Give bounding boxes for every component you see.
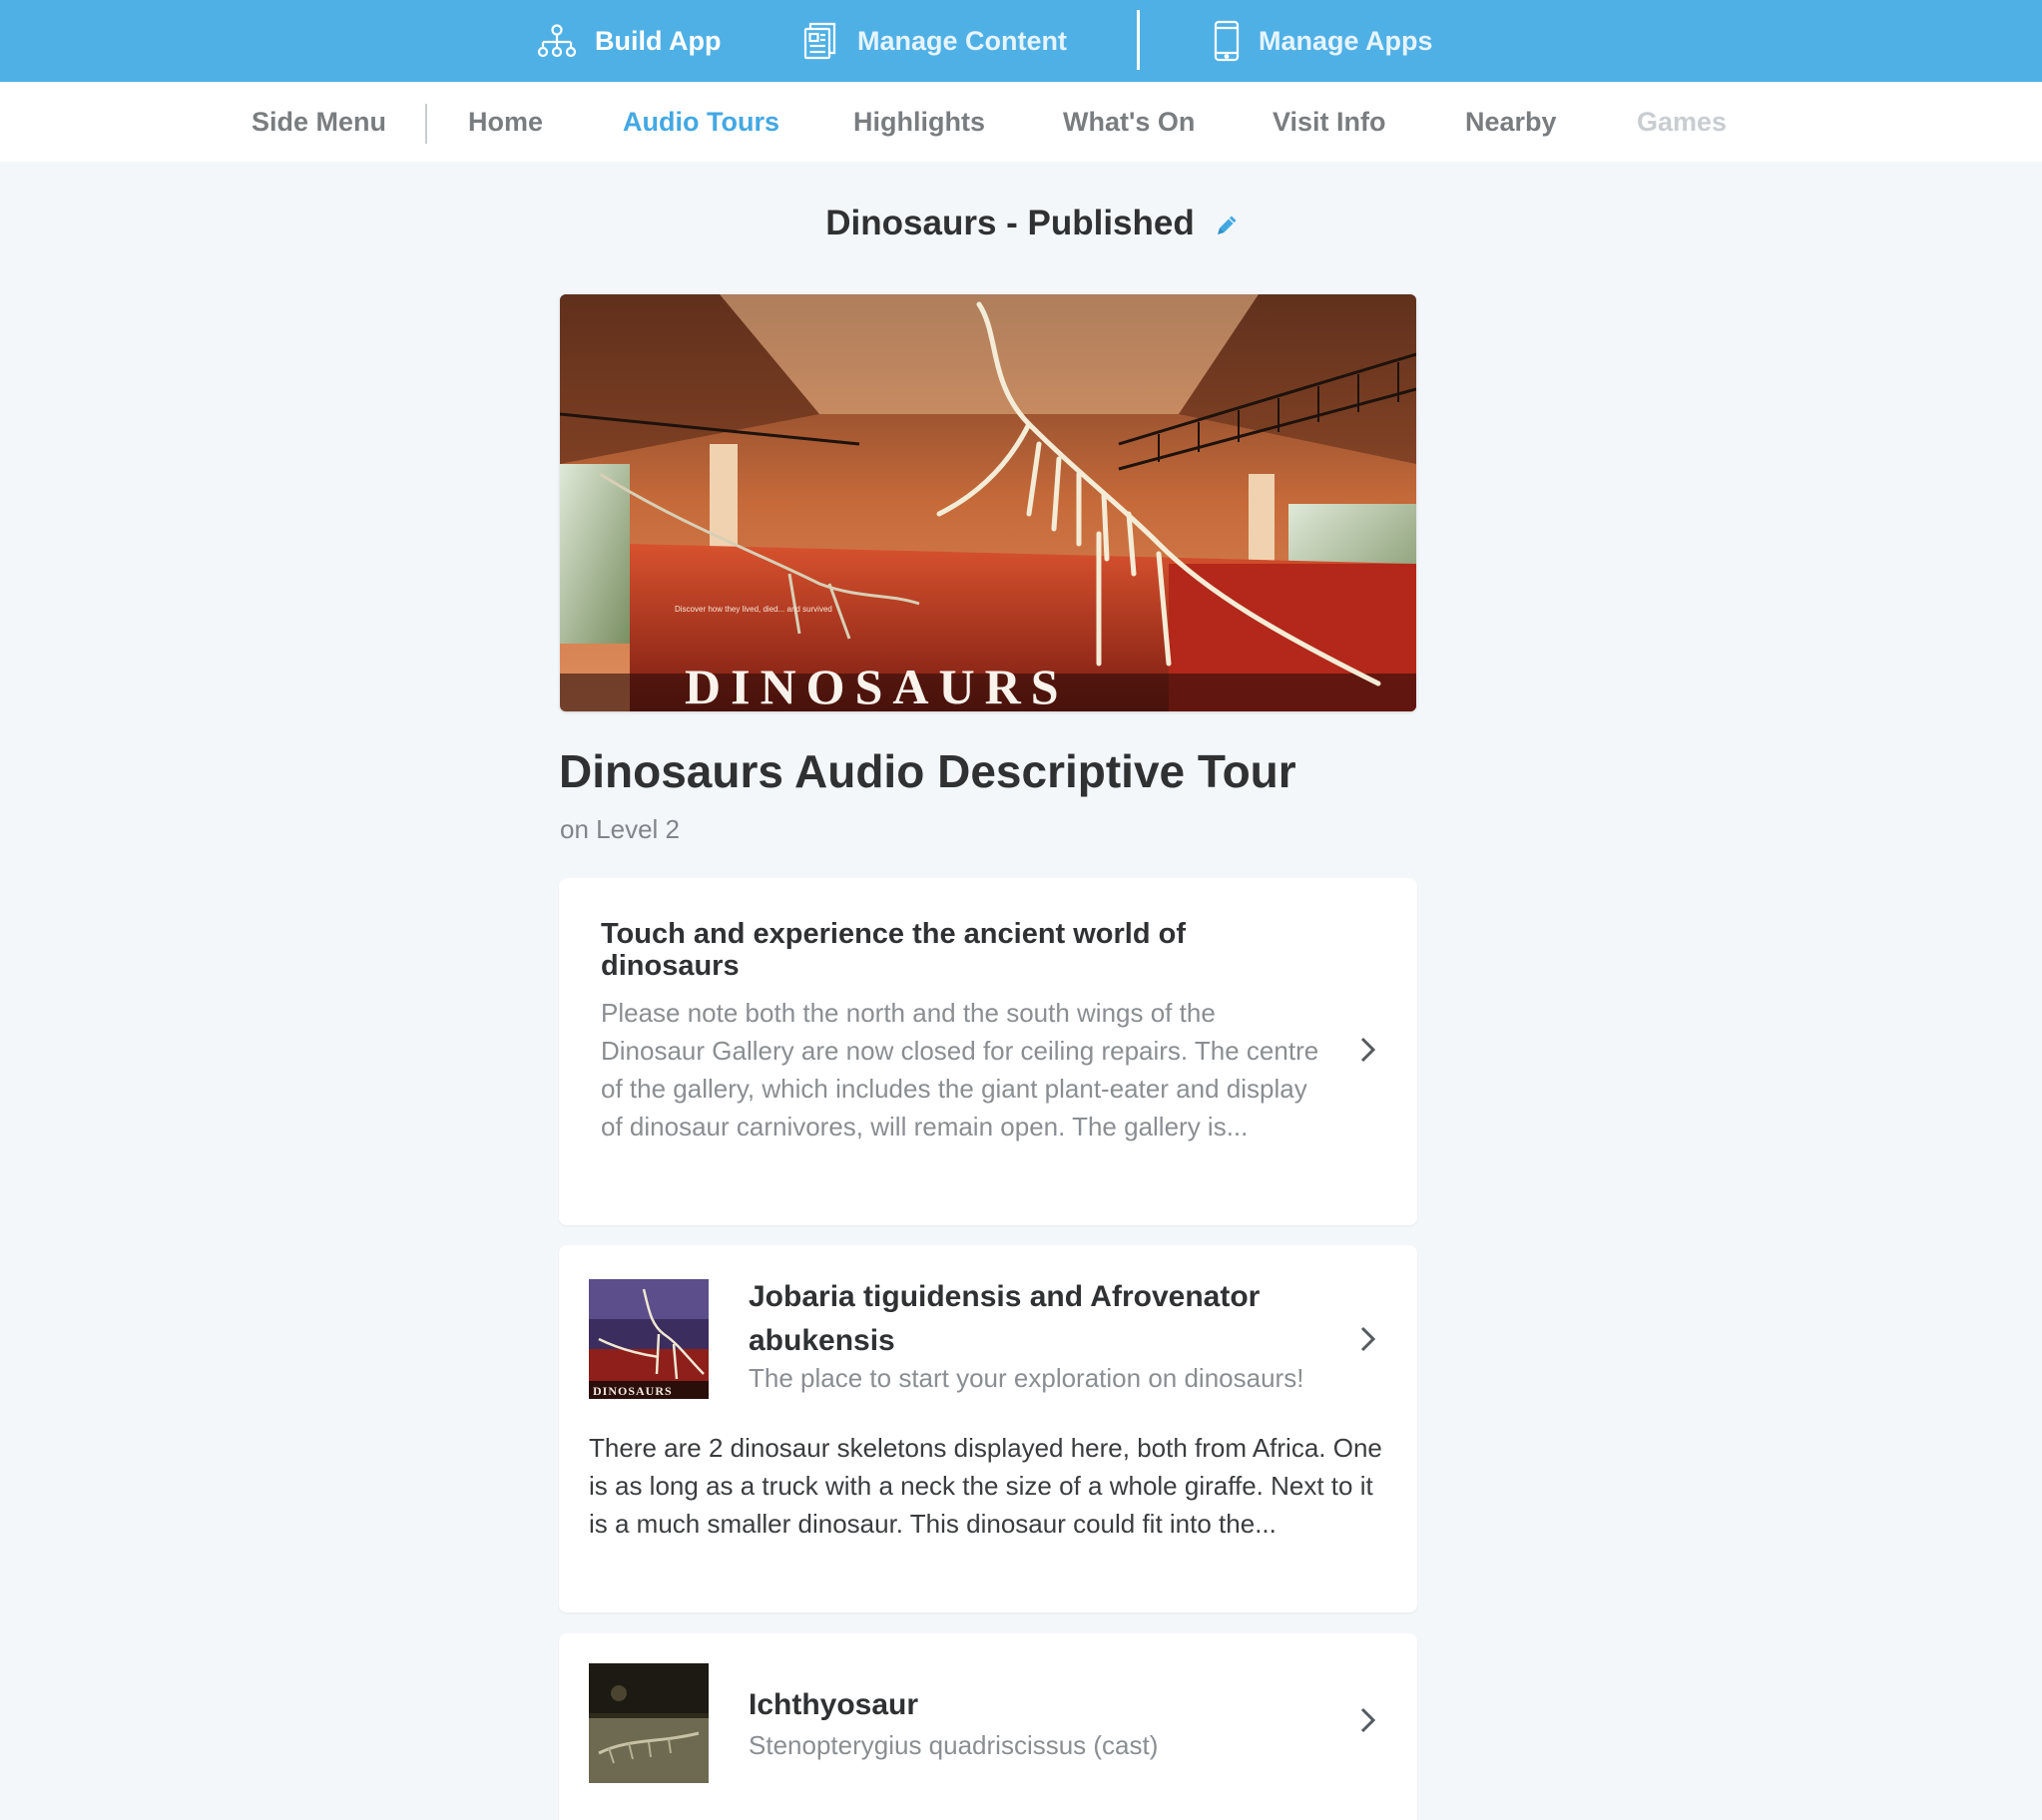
stop-thumbnail-caption: DINOSAURS — [593, 1384, 673, 1398]
tour-intro-card[interactable]: Touch and experience the ancient world o… — [559, 878, 1417, 1225]
chevron-right-icon — [1357, 1705, 1379, 1735]
page-title: Dinosaurs - Published — [825, 204, 1195, 242]
tour-hero-image: Discover how they lived, died... and sur… — [560, 294, 1416, 711]
tour-location: on Level 2 — [560, 814, 680, 844]
intro-card-body: Please note both the north and the south… — [601, 998, 1319, 1141]
stop-description: There are 2 dinosaur skeletons displayed… — [589, 1433, 1382, 1539]
pencil-icon[interactable] — [1215, 212, 1241, 242]
sitemap-icon — [537, 24, 577, 58]
stop-thumbnail — [589, 1663, 709, 1783]
tour-stop-card[interactable]: Ichthyosaur Stenopterygius quadriscissus… — [559, 1633, 1417, 1820]
hero-caption: DINOSAURS — [685, 659, 1069, 711]
tab-games[interactable]: Games — [1637, 82, 1727, 162]
stop-title: Jobaria tiguidensis and Afrovenator abuk… — [749, 1280, 1261, 1357]
topbar-divider — [1137, 10, 1140, 70]
intro-card-title: Touch and experience the ancient world o… — [601, 918, 1187, 982]
manage-apps-tab[interactable]: Manage Apps — [1213, 0, 1433, 82]
tab-audio-tours[interactable]: Audio Tours — [623, 82, 779, 162]
tab-nearby[interactable]: Nearby — [1465, 82, 1557, 162]
stop-subtitle: Stenopterygius quadriscissus (cast) — [749, 1730, 1159, 1760]
chevron-right-icon — [1357, 1035, 1379, 1065]
manage-content-tab[interactable]: Manage Content — [801, 0, 1067, 82]
tab-side-menu[interactable]: Side Menu — [252, 82, 386, 162]
section-nav: Side Menu Home Audio Tours Highlights Wh… — [0, 82, 2042, 162]
hero-wall-text: Discover how they lived, died... and sur… — [675, 605, 832, 614]
dinosaur-gallery-photo: Discover how they lived, died... and sur… — [560, 294, 1416, 711]
phone-icon — [1213, 20, 1241, 62]
stop-thumbnail: DINOSAURS — [589, 1279, 709, 1399]
stop-title: Ichthyosaur — [749, 1688, 919, 1721]
chevron-right-icon — [1357, 1324, 1379, 1354]
tab-visit-info[interactable]: Visit Info — [1273, 82, 1386, 162]
tour-title: Dinosaurs Audio Descriptive Tour — [559, 745, 1296, 797]
manage-content-label: Manage Content — [857, 25, 1068, 56]
tour-stop-card[interactable]: DINOSAURS Jobaria tiguidensis and Afrove… — [559, 1245, 1417, 1612]
build-app-label: Build App — [595, 25, 722, 56]
stop-subtitle: The place to start your exploration on d… — [749, 1363, 1304, 1393]
top-bar: Build App Manage Content Manage Apps — [0, 0, 2042, 82]
tab-home[interactable]: Home — [468, 82, 543, 162]
build-app-tab[interactable]: Build App — [537, 0, 721, 82]
tab-highlights[interactable]: Highlights — [853, 82, 985, 162]
subnav-divider — [425, 104, 427, 144]
page-heading: Dinosaurs - Published — [0, 204, 2042, 243]
tab-whats-on[interactable]: What's On — [1063, 82, 1195, 162]
documents-icon — [801, 21, 839, 61]
manage-apps-label: Manage Apps — [1259, 25, 1433, 56]
